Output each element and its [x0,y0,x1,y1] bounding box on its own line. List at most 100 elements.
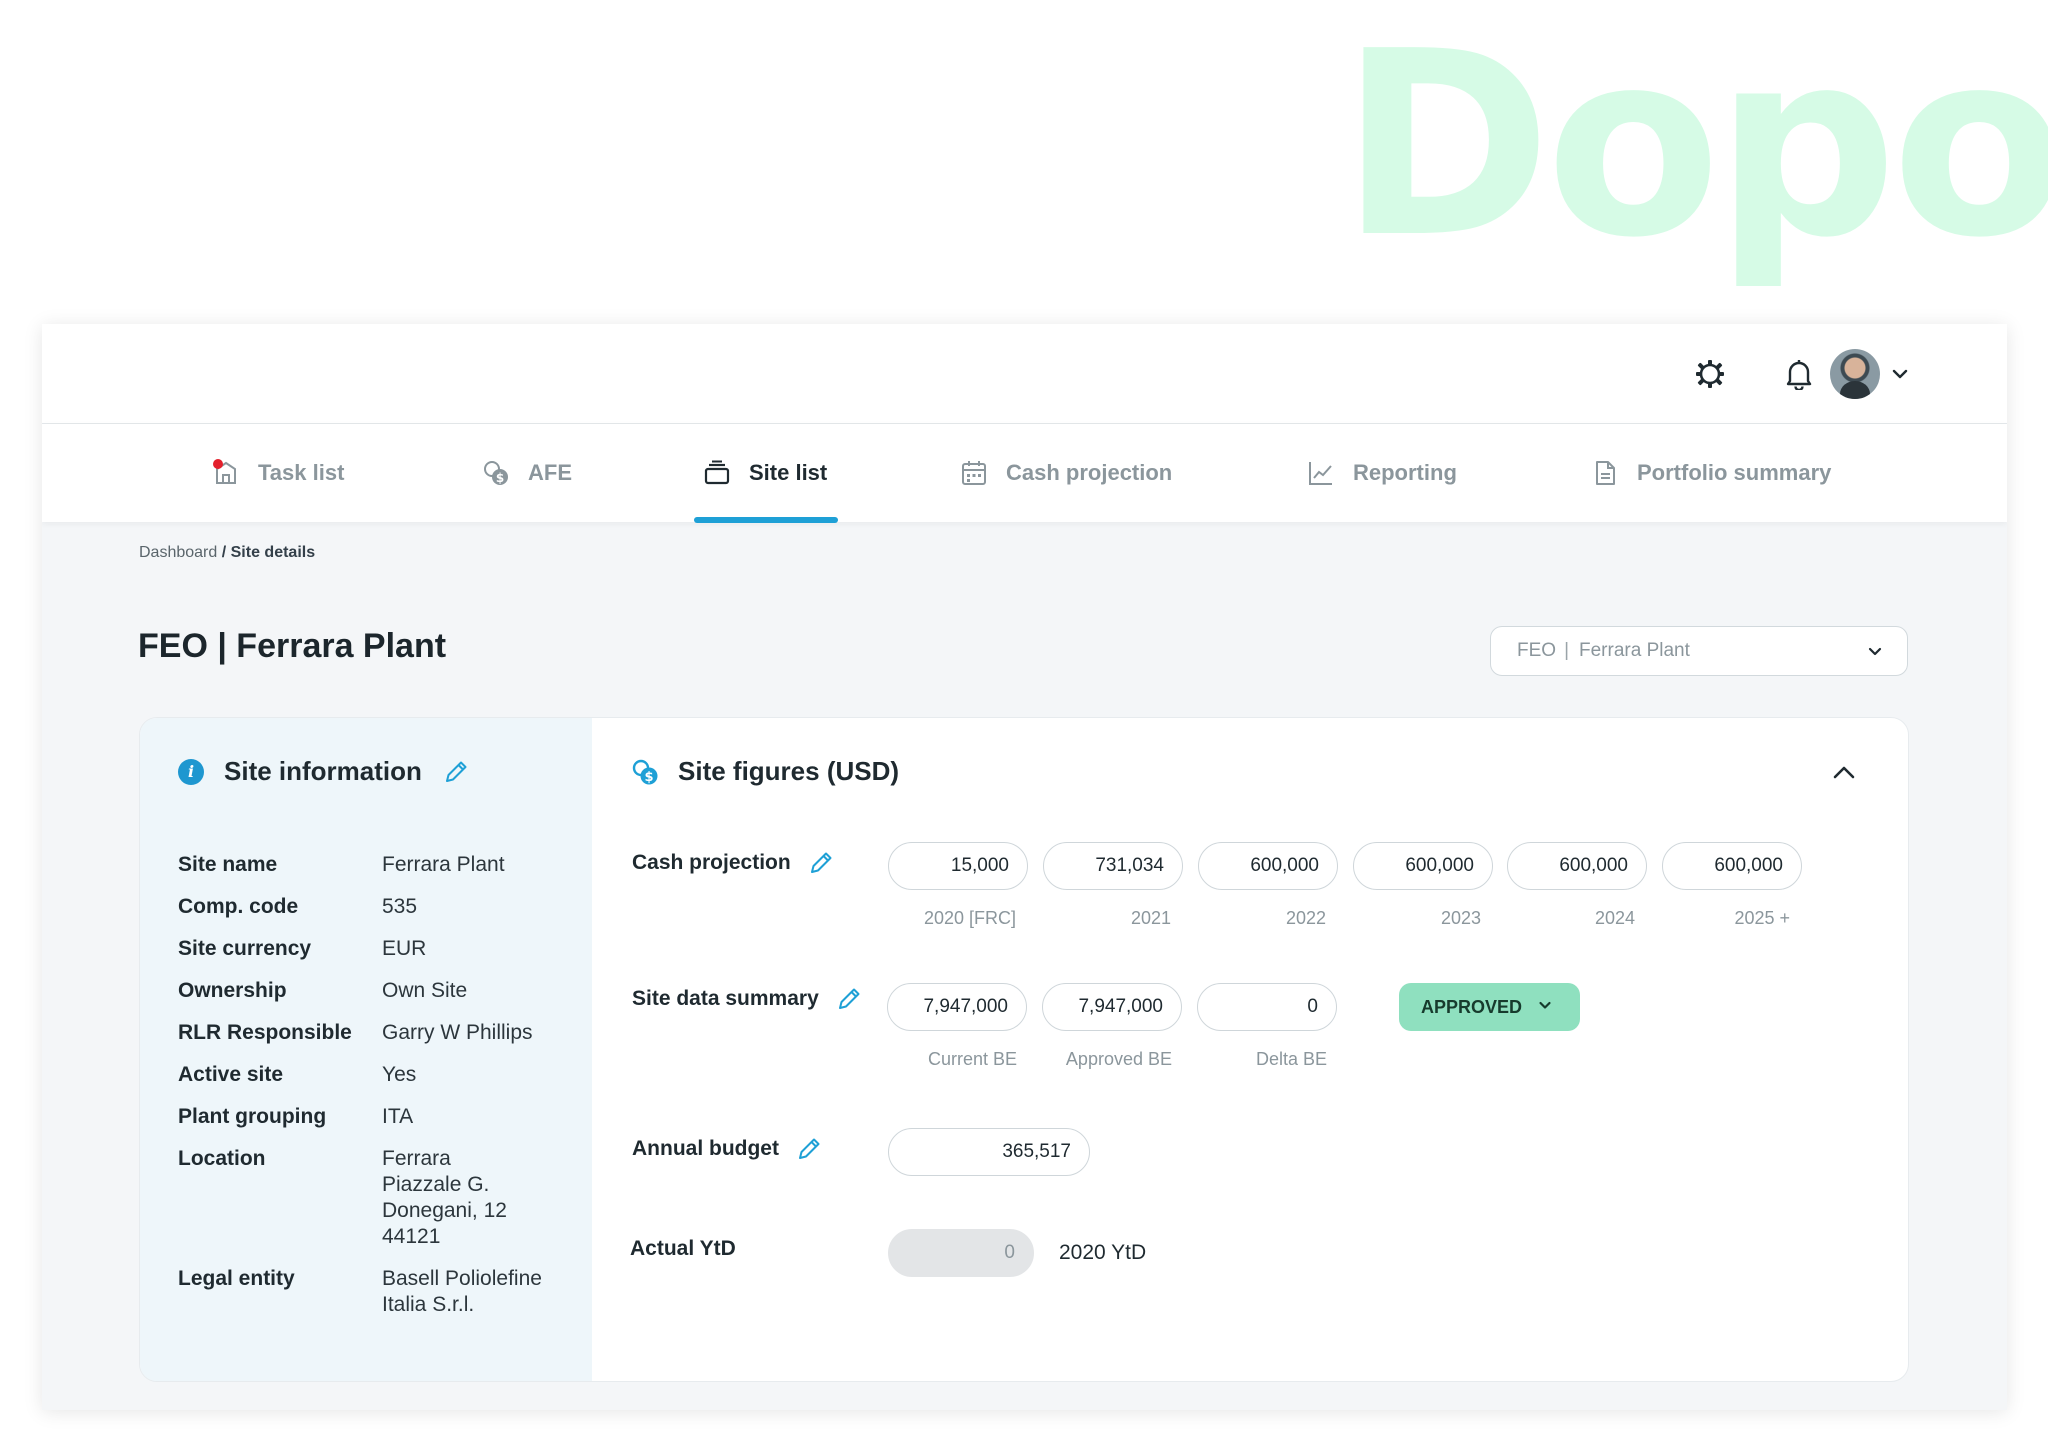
approval-status-dropdown[interactable]: APPROVED [1399,983,1580,1031]
site-information-value: ITA [382,1105,414,1128]
tab-label: Cash projection [1006,460,1173,485]
site-information-value: Yes [382,1063,417,1086]
chevron-up-icon[interactable] [1827,756,1861,790]
site-select-code: FEO [1517,640,1557,661]
tab-cash-projection[interactable]: Cash projection [960,424,1172,522]
pencil-icon[interactable] [807,849,835,877]
document-icon [1591,459,1619,487]
svg-text:$: $ [644,770,653,785]
hero-word-dopo: Dopo [1340,0,2048,294]
tab-label: Site list [749,460,828,485]
cash-projection-input[interactable] [888,842,1028,890]
site-information-value: 535 [382,895,418,918]
site-data-summary-label: Site data summary [632,987,819,1010]
task-list-icon [212,459,240,487]
site-information-key: Comp. code [178,895,299,918]
site-information-row: RLR Responsible Garry W Phillips [178,1020,578,1046]
site-information-value: EUR [382,937,427,960]
site-information-row: Site currency EUR [178,936,578,962]
cash-projection-input[interactable] [1507,842,1647,890]
chevron-down-icon [1536,996,1554,1019]
site-information-row: Location Ferrara Piazzale G. Donegani, 12… [178,1146,578,1250]
tab-site-list[interactable]: Site list [703,424,827,522]
cash-projection-label-group: Cash projection [632,849,835,877]
cash-projection-input[interactable] [1662,842,1802,890]
breadcrumb-current: Site details [230,544,316,561]
site-information-value: Basell Poliolefine Italia S.r.l. [382,1267,542,1316]
coins-icon: $ [482,459,510,487]
tab-afe[interactable]: $ AFE [482,424,572,522]
site-data-summary-input[interactable] [1197,983,1337,1031]
site-information-header: i Site information [178,756,470,787]
tab-label: Task list [258,460,345,485]
top-bar [42,324,2007,424]
chevron-down-icon [1865,641,1885,661]
tab-reporting[interactable]: Reporting [1307,424,1457,522]
site-data-summary-caption: Delta BE [1255,1049,1327,1069]
actual-ytd-input [888,1229,1034,1277]
pencil-icon[interactable] [835,985,863,1013]
chevron-down-icon[interactable] [1888,362,1912,386]
site-information-value: Ferrara Plant [382,853,505,876]
cash-projection-label: Cash projection [632,851,791,874]
cash-projection-year: 2020 [FRC] [923,908,1016,928]
cash-projection-year: 2021 [1130,908,1171,928]
site-information-row: Active site Yes [178,1062,578,1088]
user-avatar[interactable] [1830,349,1880,399]
site-information-key: Legal entity [178,1267,295,1290]
site-information-key: Plant grouping [178,1105,327,1128]
tab-label: Portfolio summary [1637,460,1832,485]
gear-icon[interactable] [1690,354,1730,394]
page-title: FEO | Ferrara Plant [138,627,447,665]
site-information-row: Ownership Own Site [178,978,578,1004]
cash-projection-input[interactable] [1198,842,1338,890]
site-information-panel: i Site information Site name Ferrara Plan… [140,718,592,1381]
site-information-value: Ferrara Piazzale G. Donegani, 12 44121 [382,1147,507,1248]
main-tabs: Task list $ AFE Site list Cash projectio… [42,424,2007,523]
site-data-summary-caption: Current BE [927,1049,1017,1069]
site-data-summary-caption: Approved BE [1065,1049,1172,1069]
cash-projection-year: 2024 [1594,908,1635,928]
cash-projection-year: 2023 [1440,908,1481,928]
cash-projection-input[interactable] [1353,842,1493,890]
approval-status-label: APPROVED [1421,996,1523,1017]
site-data-summary-label-group: Site data summary [632,985,863,1013]
cash-projection-year: 2025 + [1734,908,1790,928]
pencil-icon[interactable] [795,1135,823,1163]
annual-budget-input[interactable] [888,1128,1090,1176]
site-figures-header: $ Site figures (USD) [630,756,899,787]
site-information-row: Legal entity Basell Poliolefine Italia S.… [178,1266,578,1318]
site-information-key: Active site [178,1063,284,1086]
site-information-value: Own Site [382,979,468,1002]
actual-ytd-label: Actual YtD [630,1237,736,1260]
site-information-key: Site currency [178,937,312,960]
site-data-summary-input[interactable] [1042,983,1182,1031]
annual-budget-label: Annual budget [632,1137,779,1160]
tab-task-list[interactable]: Task list [212,424,344,522]
breadcrumb: Dashboard / Site details [139,544,315,562]
trend-chart-icon [1307,459,1335,487]
site-data-summary-input[interactable] [887,983,1027,1031]
site-information-list: Site name Ferrara Plant Comp. code 535 Site … [178,852,578,1334]
annual-budget-label-group: Annual budget [632,1135,823,1163]
site-select-separator: | [1564,640,1569,661]
site-information-key: Ownership [178,979,287,1002]
app-window: Task list $ AFE Site list Cash projectio… [42,324,2007,1410]
bell-icon[interactable] [1779,354,1819,394]
site-information-row: Plant grouping ITA [178,1104,578,1130]
site-select-name: Ferrara Plant [1579,640,1690,661]
pencil-icon[interactable] [442,758,470,786]
svg-text:$: $ [496,471,504,485]
actual-ytd-caption: 2020 YtD [1059,1241,1147,1264]
stack-icon [703,459,731,487]
tab-portfolio-summary[interactable]: Portfolio summary [1591,424,1831,522]
cash-projection-input[interactable] [1043,842,1183,890]
cash-projection-year: 2022 [1285,908,1326,928]
site-information-key: RLR Responsible [178,1021,352,1044]
site-select-dropdown[interactable]: FEO | Ferrara Plant [1490,626,1908,676]
tab-label: Reporting [1353,460,1457,485]
site-information-key: Site name [178,853,278,876]
tab-label: AFE [528,460,572,485]
breadcrumb-parent-link[interactable]: Dashboard [139,544,217,561]
site-information-row: Comp. code 535 [178,894,578,920]
